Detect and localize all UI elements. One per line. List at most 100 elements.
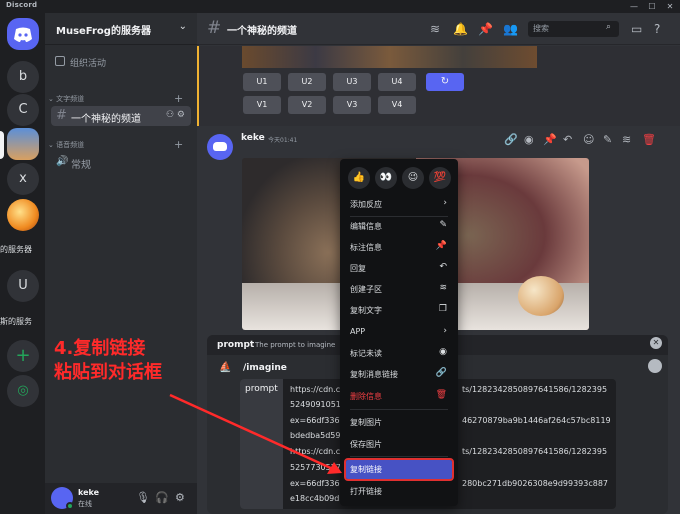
add-channel-icon[interactable]: + [174,92,183,105]
microphone-icon[interactable]: 🎙 [136,491,150,504]
reply-icon[interactable]: ↶ [563,133,572,146]
discord-logo-icon [14,27,32,42]
hash-icon: # [207,18,222,38]
discord-logo-icon [213,142,227,151]
discord-home-icon[interactable] [7,18,39,50]
prompt-line-right: ts/1282342850897641586/1282395 [462,385,608,394]
menu-separator [350,409,448,410]
search-placeholder: 搜索 [533,24,549,33]
edit-icon[interactable]: ✎ [603,133,612,146]
calendar-icon [55,56,65,66]
prompt-line-right: ts/1282342850897641586/1282395 [462,447,608,456]
members-icon[interactable]: 👥 [503,22,518,36]
server-header[interactable]: MuseFrog的服务器 ⌄ [45,13,197,45]
emoji-icon[interactable] [648,359,662,373]
server-label-2[interactable]: 斯的服务 [0,316,45,327]
reaction-icon[interactable]: ☺ [583,133,594,146]
category-text-channels[interactable]: ⌄ 文字频道 + [48,92,183,105]
copy-icon: ❐ [438,304,447,314]
search-input[interactable]: 搜索 ⌕ [528,21,619,37]
close-icon[interactable]: ✕ [664,0,676,13]
selected-indicator [0,131,4,159]
minimize-icon[interactable]: — [628,0,640,13]
server-u[interactable]: U [7,270,39,302]
reaction-wink[interactable]: 😉 [402,167,424,189]
menu-pin-message[interactable]: 标注信息 📌 [346,238,452,257]
reroll-button[interactable]: ↻ [426,73,464,91]
link-icon[interactable]: 🔗 [504,133,518,146]
add-server-icon[interactable]: + [7,340,39,372]
inbox-icon[interactable]: ▭ [631,22,642,36]
menu-reply[interactable]: 回复 ↶ [346,259,452,278]
close-icon[interactable]: ✕ [650,337,662,349]
menu-mark-unread[interactable]: 标记未读 ◉ [346,344,452,363]
app-title: Discord [6,1,38,9]
menu-item-label: 复制图片 [350,418,382,427]
avatar[interactable] [207,134,233,160]
headphones-icon[interactable]: 🎧 [155,491,169,504]
bell-icon[interactable]: 🔔 [453,22,468,36]
menu-copy-text[interactable]: 复制文字 ❐ [346,301,452,320]
discover-icon[interactable]: ◎ [7,375,39,407]
server-b[interactable]: b [7,61,39,93]
menu-delete-message[interactable]: 删除信息 🗑 [346,387,452,406]
menu-apps[interactable]: APP › [346,323,452,342]
reaction-100[interactable]: 💯 [429,167,451,189]
chevron-down-icon: ⌄ [178,21,187,32]
upscale-button-1[interactable]: U1 [243,73,281,91]
trash-icon: 🗑 [435,390,447,400]
category-label: 文字频道 [56,95,85,103]
channel-mysterious[interactable]: # 一个神秘的频道 ⚇ ⚙ [51,106,191,126]
app-icon: ⛵ [219,362,232,373]
add-channel-icon[interactable]: + [174,138,183,151]
events-label: 组织活动 [70,59,107,69]
channel-general-voice[interactable]: 🔊 常规 [51,152,191,172]
menu-save-image[interactable]: 保存图片 [346,435,452,454]
menu-copy-message-link[interactable]: 复制消息链接 🔗 [346,365,452,384]
upscale-button-3[interactable]: U3 [333,73,371,91]
variation-button-1[interactable]: V1 [243,96,281,114]
help-icon[interactable]: ? [654,22,660,36]
server-label-1[interactable]: 的服务器 [0,244,45,255]
mark-unread-icon[interactable]: ◉ [524,133,534,146]
variation-button-4[interactable]: V4 [378,96,416,114]
gear-icon[interactable]: ⚙ [175,491,185,504]
category-voice-channels[interactable]: ⌄ 语音频道 + [48,138,183,151]
channel-header: # 一个神秘的频道 ≋ 🔔 📌 👥 搜索 ⌕ ▭ ? [197,13,680,45]
menu-create-thread[interactable]: 创建子区 ≋ [346,280,452,299]
menu-copy-link[interactable]: 复制链接 [344,458,454,481]
message-author[interactable]: keke [241,133,265,143]
channel-settings-icon[interactable]: ⚇ ⚙ [166,110,185,120]
menu-copy-image[interactable]: 复制图片 [346,413,452,432]
previous-image-grid[interactable] [242,46,537,68]
events-link[interactable]: 组织活动 [53,53,189,71]
thread-icon[interactable]: ≋ [622,133,631,146]
server-c[interactable]: C [7,94,39,126]
category-chevron-icon: ⌄ [48,141,57,149]
reaction-thumbs-up[interactable]: 👍 [348,167,370,189]
maximize-icon[interactable]: ☐ [646,0,658,13]
variation-button-3[interactable]: V3 [333,96,371,114]
server-x[interactable]: x [7,163,39,195]
pin-icon[interactable]: 📌 [543,133,557,146]
chevron-right-icon: › [443,198,447,208]
upscale-button-4[interactable]: U4 [378,73,416,91]
threads-icon[interactable]: ≋ [430,22,440,36]
upscale-button-2[interactable]: U2 [288,73,326,91]
reaction-eyes[interactable]: 👀 [375,167,397,189]
pin-icon[interactable]: 📌 [478,22,493,36]
variation-button-2[interactable]: V2 [288,96,326,114]
menu-item-label: 添加反应 [350,200,382,209]
link-icon: 🔗 [435,368,447,378]
prompt-line: 5249091051 [290,400,341,409]
menu-add-reaction[interactable]: 添加反应 › [346,195,452,214]
menu-edit-message[interactable]: 编辑信息 ✎ [346,217,452,236]
trash-icon[interactable]: 🗑 [642,133,656,146]
title-bar: Discord — ☐ ✕ [0,0,680,13]
server-orange[interactable] [7,199,39,231]
prompt-label: prompt [240,379,283,509]
tutorial-annotation: 4.复制链接 粘贴到对话框 [54,337,162,385]
menu-open-link[interactable]: 打开链接 [346,482,452,501]
server-musefrog[interactable] [7,128,39,160]
menu-item-label: 标记未读 [350,349,382,358]
